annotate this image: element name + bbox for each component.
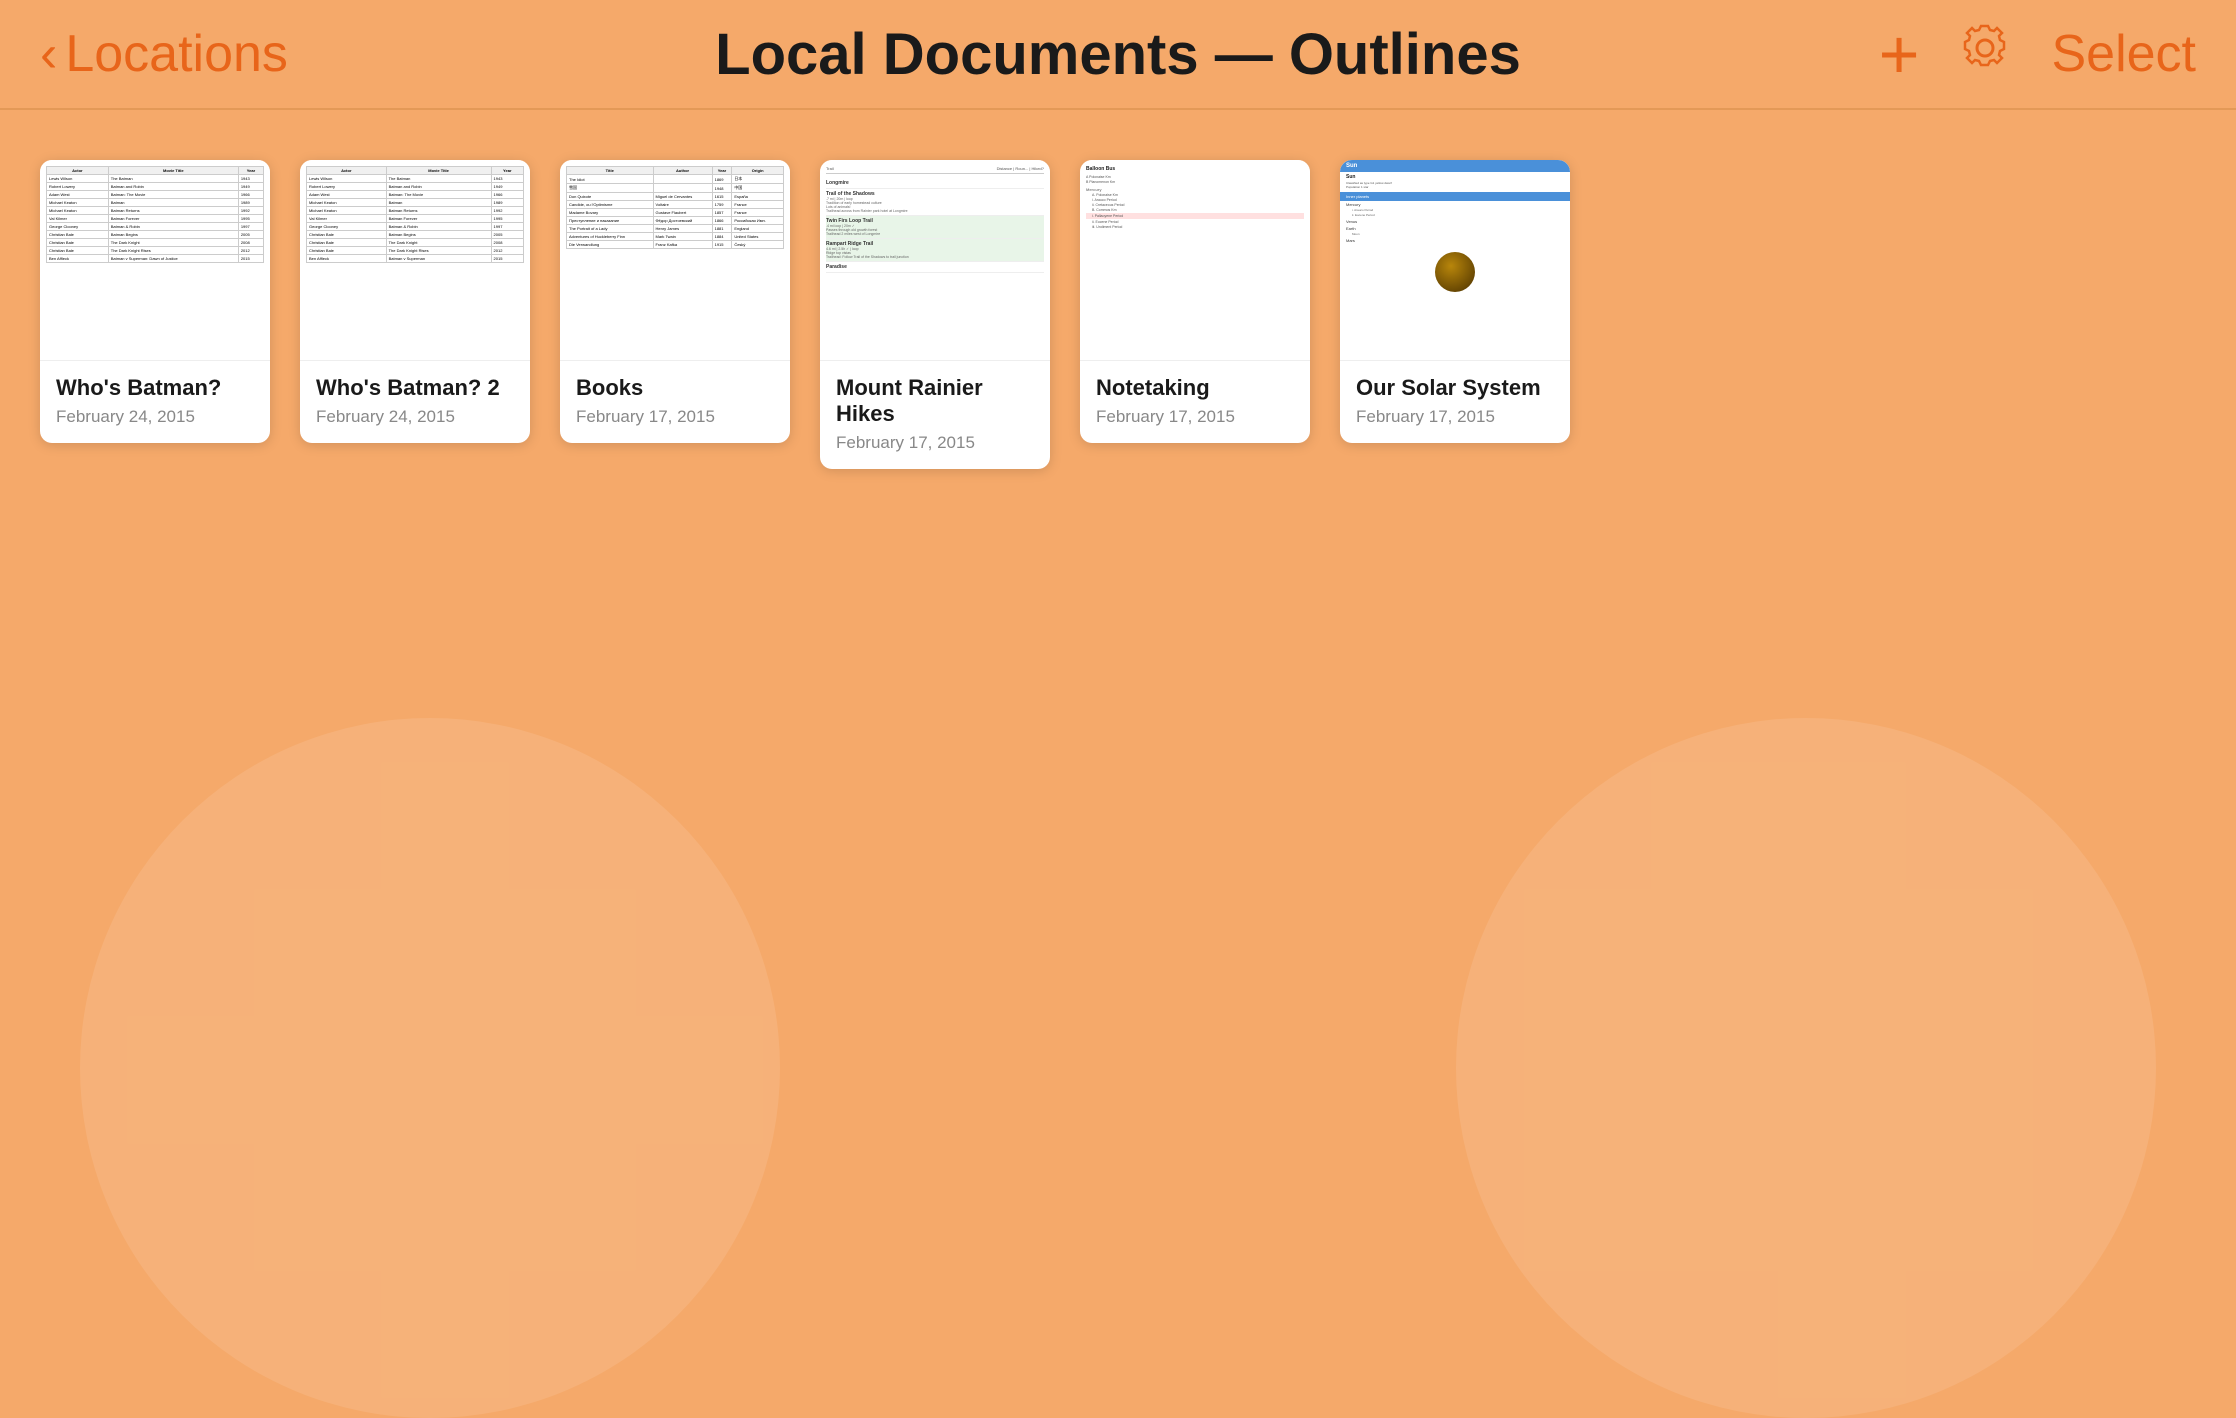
header: ‹ Locations Local Documents — Outlines +… [0, 0, 2236, 110]
doc-title: Mount Rainier Hikes [836, 375, 1034, 427]
back-label[interactable]: Locations [65, 24, 288, 84]
back-navigation[interactable]: ‹ Locations [40, 24, 340, 84]
doc-title: Our Solar System [1356, 375, 1554, 401]
doc-card-whats-batman-1[interactable]: ActorMovie TitleYear Lewis WilsonThe Bat… [40, 160, 270, 443]
doc-card-mount-rainier[interactable]: Trail Distance | Roun... | Hiked? Longmi… [820, 160, 1050, 469]
doc-title: Who's Batman? 2 [316, 375, 514, 401]
doc-thumbnail: TitleAuthorYearOrigin The Idiot1869日本 雪国… [560, 160, 790, 360]
doc-date: February 24, 2015 [56, 407, 254, 427]
doc-card-notetaking[interactable]: Balloon Bus A Polonaise Km B Planomenon … [1080, 160, 1310, 443]
doc-info: Who's Batman? 2 February 24, 2015 [300, 360, 530, 443]
doc-thumbnail: Balloon Bus A Polonaise Km B Planomenon … [1080, 160, 1310, 360]
select-button[interactable]: Select [2051, 24, 2196, 84]
doc-thumbnail: Trail Distance | Roun... | Hiked? Longmi… [820, 160, 1050, 360]
doc-thumbnail: ActorMovie TitleYear Lewis WilsonThe Bat… [300, 160, 530, 360]
doc-info: Mount Rainier Hikes February 17, 2015 [820, 360, 1050, 469]
doc-date: February 17, 2015 [576, 407, 774, 427]
doc-info: Who's Batman? February 24, 2015 [40, 360, 270, 443]
back-chevron-icon: ‹ [40, 28, 57, 80]
doc-date: February 17, 2015 [1096, 407, 1294, 427]
solar-planet-image [1435, 252, 1475, 292]
doc-thumbnail: ActorMovie TitleYear Lewis WilsonThe Bat… [40, 160, 270, 360]
doc-thumbnail: Sun Sun Classified as type G1 yellow dwa… [1340, 160, 1570, 360]
doc-card-solar-system[interactable]: Sun Sun Classified as type G1 yellow dwa… [1340, 160, 1570, 443]
doc-info: Notetaking February 17, 2015 [1080, 360, 1310, 443]
add-button[interactable]: + [1879, 19, 1920, 89]
gear-icon[interactable] [1959, 22, 2011, 87]
doc-card-whats-batman-2[interactable]: ActorMovie TitleYear Lewis WilsonThe Bat… [300, 160, 530, 443]
doc-date: February 17, 2015 [836, 433, 1034, 453]
doc-info: Our Solar System February 17, 2015 [1340, 360, 1570, 443]
doc-title: Notetaking [1096, 375, 1294, 401]
page-title: Local Documents — Outlines [715, 21, 1521, 88]
doc-date: February 17, 2015 [1356, 407, 1554, 427]
doc-info: Books February 17, 2015 [560, 360, 790, 443]
doc-title: Who's Batman? [56, 375, 254, 401]
doc-card-books[interactable]: TitleAuthorYearOrigin The Idiot1869日本 雪国… [560, 160, 790, 443]
doc-title: Books [576, 375, 774, 401]
documents-grid: ActorMovie TitleYear Lewis WilsonThe Bat… [0, 110, 2236, 519]
doc-date: February 24, 2015 [316, 407, 514, 427]
header-actions: + Select [1879, 19, 2196, 89]
